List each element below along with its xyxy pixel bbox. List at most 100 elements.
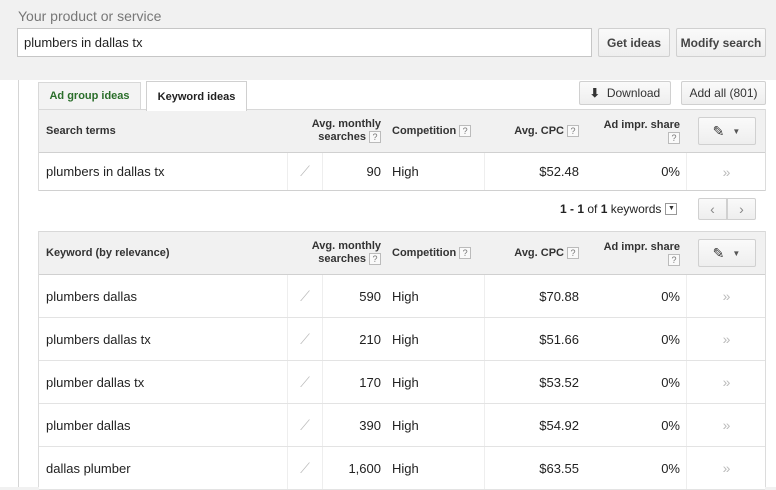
download-arrow-icon: ⬇ [589, 86, 600, 100]
chevron-down-icon: ▼ [732, 248, 741, 258]
help-icon[interactable]: ? [369, 131, 381, 144]
ad-impr-share-value: 0% [661, 460, 680, 476]
double-chevron-right-icon[interactable]: » [686, 318, 766, 360]
col-competition-label: Competition [392, 124, 457, 137]
competition-value: High [392, 374, 419, 390]
product-service-label: Your product or service [18, 8, 162, 24]
help-icon[interactable]: ? [369, 253, 381, 266]
pencil-icon: ✎ [712, 244, 725, 261]
avg-monthly-searches-value: 590 [359, 288, 381, 304]
avg-monthly-searches-value: 1,600 [348, 460, 381, 476]
keyword-ideas-table: Keyword (by relevance) Avg. monthly sear… [38, 231, 766, 490]
avg-cpc-value: $54.92 [484, 404, 579, 446]
pagination-unit: keywords [610, 202, 662, 216]
keyword-text: plumbers dallas tx [46, 331, 151, 347]
modify-search-button[interactable]: Modify search [676, 28, 766, 57]
tab-keyword-ideas[interactable]: Keyword ideas [146, 81, 247, 111]
pencil-icon: ✎ [712, 122, 725, 139]
chevron-down-icon: ▼ [732, 126, 741, 136]
table-row: plumbers in dallas tx ⟋ 90 High $52.48 0… [39, 153, 765, 191]
keyword-text: plumbers dallas [46, 288, 138, 304]
keyword-text: plumber dallas [46, 417, 131, 433]
competition-value: High [392, 164, 419, 179]
help-icon[interactable]: ? [668, 253, 680, 266]
keyword-text: plumbers in dallas tx [46, 164, 165, 179]
col-avg-cpc-label: Avg. CPC [514, 124, 564, 137]
ad-impr-share-value: 0% [661, 417, 680, 433]
col-ad-impr-share[interactable]: Ad impr. share ? [585, 232, 680, 274]
col-keyword-by-relevance[interactable]: Keyword (by relevance) [46, 232, 286, 274]
table-row: plumber dallas tx ⟋ 170 High $53.52 0% » [39, 361, 765, 404]
search-terms-header: Search terms Avg. monthly searches? Comp… [39, 109, 765, 153]
table-row: plumber dallas ⟋ 390 High $54.92 0% » [39, 404, 765, 447]
col-ad-impr-label: Ad impr. share [603, 240, 680, 253]
col-avg-monthly-line2: searches [318, 131, 366, 143]
download-button[interactable]: ⬇ Download [579, 81, 671, 105]
get-ideas-button[interactable]: Get ideas [598, 28, 670, 57]
product-service-input[interactable] [17, 28, 592, 57]
double-chevron-right-icon[interactable]: » [686, 361, 766, 403]
left-rail-divider [18, 80, 19, 487]
download-label: Download [606, 86, 661, 100]
edit-columns-button[interactable]: ✎ ▼ [697, 239, 756, 267]
search-panel: Your product or service Get ideas Modify… [0, 0, 776, 80]
edit-columns-button[interactable]: ✎ ▼ [697, 117, 756, 145]
competition-value: High [392, 460, 419, 476]
ad-impr-share-value: 0% [661, 164, 680, 179]
table-row: plumbers dallas ⟋ 590 High $70.88 0% » [39, 275, 765, 318]
keyword-text: plumber dallas tx [46, 374, 145, 390]
keyword-ideas-header: Keyword (by relevance) Avg. monthly sear… [39, 231, 765, 275]
avg-monthly-searches-value: 90 [366, 164, 381, 179]
col-competition-label: Competition [392, 246, 457, 259]
col-avg-monthly-line1: Avg. monthly [311, 240, 381, 252]
table-row: plumbers dallas tx ⟋ 210 High $51.66 0% … [39, 318, 765, 361]
double-chevron-right-icon[interactable]: » [686, 153, 766, 190]
double-chevron-right-icon[interactable]: » [686, 404, 766, 446]
prev-page-button[interactable]: ‹ [698, 198, 727, 220]
col-ad-impr-label: Ad impr. share [603, 118, 680, 131]
col-avg-cpc[interactable]: Avg. CPC? [484, 110, 579, 152]
avg-monthly-searches-value: 210 [359, 331, 381, 347]
col-ad-impr-share[interactable]: Ad impr. share ? [585, 110, 680, 152]
next-page-button[interactable]: › [727, 198, 756, 220]
col-avg-monthly-searches[interactable]: Avg. monthly searches? [309, 232, 381, 274]
col-avg-monthly-searches[interactable]: Avg. monthly searches? [309, 110, 381, 152]
edit-column-cell: ✎ ▼ [686, 110, 766, 152]
help-icon[interactable]: ? [459, 247, 472, 259]
avg-cpc-value: $53.52 [484, 361, 579, 403]
avg-cpc-value: $63.55 [484, 447, 579, 489]
add-all-button[interactable]: Add all (801) [681, 81, 766, 105]
double-chevron-right-icon[interactable]: » [686, 275, 766, 317]
col-avg-monthly-line1: Avg. monthly [311, 118, 381, 130]
pagination-range: 1 - 1 [560, 202, 585, 216]
col-avg-cpc[interactable]: Avg. CPC? [484, 232, 579, 274]
help-icon[interactable]: ? [668, 131, 680, 144]
competition-value: High [392, 288, 419, 304]
avg-cpc-value: $52.48 [484, 153, 579, 190]
help-icon[interactable]: ? [567, 125, 579, 137]
help-icon[interactable]: ? [459, 125, 472, 137]
avg-cpc-value: $70.88 [484, 275, 579, 317]
double-chevron-right-icon[interactable]: » [686, 447, 766, 489]
avg-cpc-value: $51.66 [484, 318, 579, 360]
ad-impr-share-value: 0% [661, 288, 680, 304]
chevron-down-icon[interactable]: ▼ [665, 203, 678, 215]
help-icon[interactable]: ? [567, 247, 579, 259]
table-row: dallas plumber ⟋ 1,600 High $63.55 0% » [39, 447, 765, 490]
pagination-of: of [587, 202, 598, 216]
ad-impr-share-value: 0% [661, 374, 680, 390]
pagination-total: 1 [600, 202, 608, 216]
avg-monthly-searches-value: 170 [359, 374, 381, 390]
search-terms-table: Search terms Avg. monthly searches? Comp… [38, 109, 766, 191]
avg-monthly-searches-value: 390 [359, 417, 381, 433]
col-avg-monthly-line2: searches [318, 253, 366, 265]
pagination-summary: 1 - 1 of 1 keywords ▼ [560, 198, 678, 220]
ad-impr-share-value: 0% [661, 331, 680, 347]
col-competition[interactable]: Competition? [392, 232, 482, 274]
col-avg-cpc-label: Avg. CPC [514, 246, 564, 259]
tab-ad-group-ideas[interactable]: Ad group ideas [38, 82, 141, 109]
col-competition[interactable]: Competition? [392, 110, 482, 152]
col-search-terms[interactable]: Search terms [46, 110, 286, 152]
competition-value: High [392, 331, 419, 347]
edit-column-cell: ✎ ▼ [686, 232, 766, 274]
